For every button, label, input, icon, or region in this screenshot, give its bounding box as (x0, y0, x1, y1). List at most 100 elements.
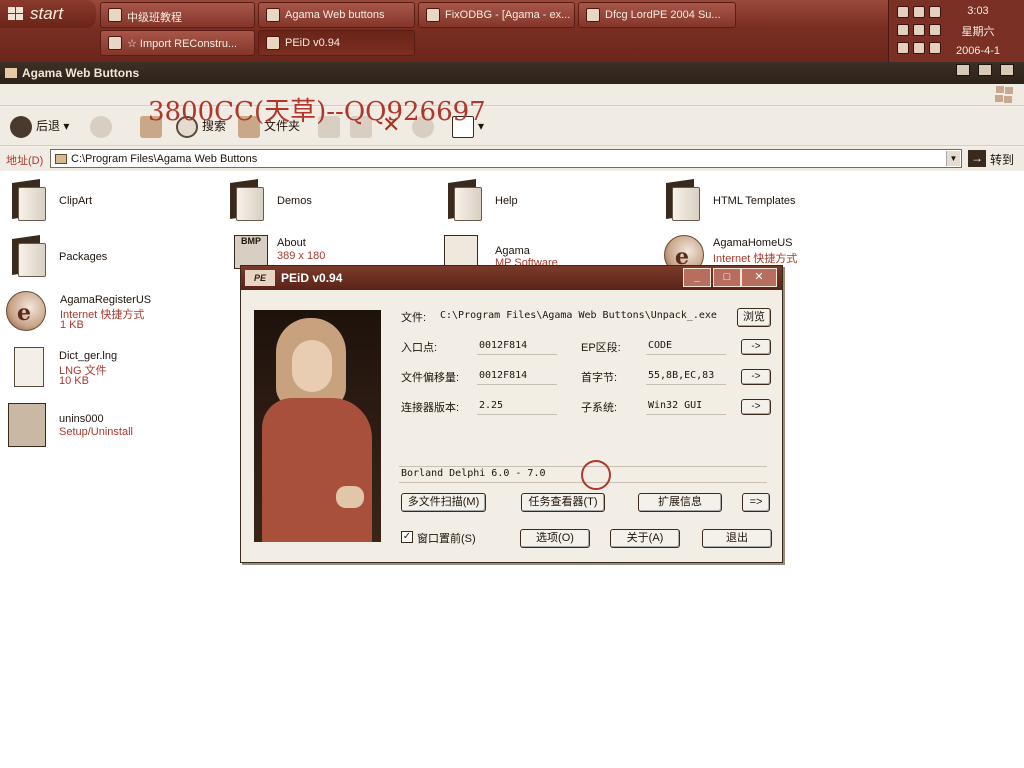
subsystem-label: 子系统: (581, 402, 618, 414)
tray-icon[interactable] (897, 6, 909, 18)
minimize-button[interactable]: _ (683, 268, 711, 287)
taskbar-button-label: FixODBG - [Agama - ex... (445, 9, 571, 21)
item-label: AgamaRegisterUS (60, 294, 152, 306)
back-arrow-icon (10, 116, 32, 138)
file-path-field[interactable]: C:\Program Files\Agama Web Buttons\Unpac… (440, 310, 717, 321)
taskbar-button-agama[interactable]: Agama Web buttons (258, 2, 415, 28)
ep-section-value[interactable]: CODE (648, 340, 672, 351)
taskbar-button-label: ☆ Import REConstru... (127, 38, 238, 50)
ep-section-arrow-button[interactable]: -> (741, 339, 771, 355)
go-arrow-icon: → (968, 150, 986, 167)
folder-icon (662, 179, 702, 221)
item-label: Packages (59, 251, 108, 263)
tray-icon[interactable] (913, 24, 925, 36)
item-label: HTML Templates (713, 195, 796, 207)
field-underline (477, 384, 557, 385)
tray-icon[interactable] (929, 24, 941, 36)
subsystem-arrow-button[interactable]: -> (741, 399, 771, 415)
first-bytes-value[interactable]: 55,8B,EC,83 (648, 370, 714, 381)
lng-file-icon (14, 347, 44, 387)
address-bar: 地址(D) C:\Program Files\Agama Web Buttons… (0, 148, 1024, 170)
forward-arrow-icon (90, 116, 112, 138)
taskbar-button-tutorial[interactable]: 中级班教程 (100, 2, 255, 28)
internet-explorer-icon: e (6, 291, 46, 331)
minimize-button[interactable] (956, 64, 970, 76)
lordpe-icon (586, 8, 600, 22)
subsystem-value[interactable]: Win32 GUI (648, 400, 702, 411)
start-label: start (30, 4, 64, 23)
installer-icon (8, 403, 46, 447)
address-label: 地址(D) (6, 155, 44, 167)
tray-icon[interactable] (929, 42, 941, 54)
item-size: 10 KB (59, 375, 89, 387)
taskbar-button-label: Dfcg LordPE 2004 Su... (605, 9, 721, 21)
tray-icon[interactable] (913, 6, 925, 18)
folder-icon (8, 179, 48, 221)
folder-icon (8, 235, 48, 277)
close-button[interactable] (1000, 64, 1014, 76)
windows-logo-icon (8, 7, 24, 21)
entry-point-value[interactable]: 0012F814 (479, 340, 527, 351)
stay-on-top-label: 窗口置前(S) (417, 533, 476, 545)
stay-on-top-checkbox[interactable]: ✓ (401, 531, 413, 543)
taskbar-button-label: PEiD v0.94 (285, 37, 341, 49)
file-offset-value[interactable]: 0012F814 (479, 370, 527, 381)
explorer-title-bar: Agama Web Buttons (0, 62, 1024, 84)
file-offset-label: 文件偏移量: (401, 372, 460, 384)
peid-logo-icon: PE (245, 270, 275, 286)
back-button[interactable]: 后退 ▾ (10, 116, 69, 138)
bug-icon (426, 8, 440, 22)
item-label: AgamaHomeUS (713, 237, 793, 249)
taskbar: start 中级班教程 Agama Web buttons FixODBG - … (0, 0, 1024, 62)
about-button[interactable]: 关于(A) (610, 529, 680, 548)
maximize-button[interactable] (978, 64, 992, 76)
back-label: 后退 (36, 119, 61, 134)
tray-icon[interactable] (897, 42, 909, 54)
start-button[interactable]: start (0, 0, 96, 28)
tray-icon[interactable] (929, 6, 941, 18)
taskbar-button-lordpe[interactable]: Dfcg LordPE 2004 Su... (578, 2, 736, 28)
first-bytes-label: 首字节: (581, 372, 618, 384)
extended-info-button[interactable]: 扩展信息 (638, 493, 722, 512)
tray-icon[interactable] (897, 24, 909, 36)
taskbar-button-label: 中级班教程 (127, 12, 182, 24)
taskbar-button-peid[interactable]: PEiD v0.94 (258, 30, 415, 56)
clock-date: 2006-4-1 (955, 45, 1000, 57)
go-button[interactable]: → 转到 (968, 149, 1014, 169)
multi-file-scan-button[interactable]: 多文件扫描(M) (401, 493, 486, 512)
maximize-button[interactable]: □ (713, 268, 741, 287)
field-underline (646, 354, 726, 355)
linker-version-label: 连接器版本: (401, 402, 460, 414)
item-label: About (277, 237, 306, 249)
taskbar-button-fixodbg[interactable]: FixODBG - [Agama - ex... (418, 2, 575, 28)
forward-button[interactable] (90, 116, 116, 138)
address-input[interactable]: C:\Program Files\Agama Web Buttons ▼ (50, 149, 962, 168)
clock-day: 星期六 (961, 26, 995, 38)
folder-icon (226, 179, 266, 221)
folder-icon (444, 179, 484, 221)
windows-flag-icon (994, 86, 1014, 104)
tray-icon[interactable] (913, 42, 925, 54)
peid-title-bar: PE PEiD v0.94 _ □ ✕ (241, 266, 782, 290)
entry-point-label: 入口点: (401, 342, 438, 354)
item-size: 1 KB (60, 319, 84, 331)
folder-icon (266, 8, 280, 22)
field-underline (646, 384, 726, 385)
task-viewer-button[interactable]: 任务查看器(T) (521, 493, 605, 512)
chevron-down-icon[interactable]: ▼ (946, 151, 960, 166)
close-button[interactable]: ✕ (741, 268, 777, 287)
taskbar-button-importrec[interactable]: ☆ Import REConstru... (100, 30, 255, 56)
peid-dialog: PE PEiD v0.94 _ □ ✕ 文件: C:\Program Files… (240, 265, 783, 563)
clock[interactable]: 3:03 星期六 2006-4-1 (956, 5, 1000, 63)
item-description: Setup/Uninstall (59, 426, 133, 438)
item-dimensions: 389 x 180 (277, 250, 326, 262)
linker-version-value[interactable]: 2.25 (479, 400, 503, 411)
importrec-icon (108, 36, 122, 50)
browse-button[interactable]: 浏览 (737, 308, 771, 327)
options-button[interactable]: 选项(O) (520, 529, 590, 548)
first-bytes-arrow-button[interactable]: -> (741, 369, 771, 385)
exit-button[interactable]: 退出 (702, 529, 772, 548)
ep-section-label: EP区段: (581, 342, 621, 354)
item-label: Agama (495, 245, 530, 257)
plugins-arrow-button[interactable]: => (742, 493, 770, 512)
